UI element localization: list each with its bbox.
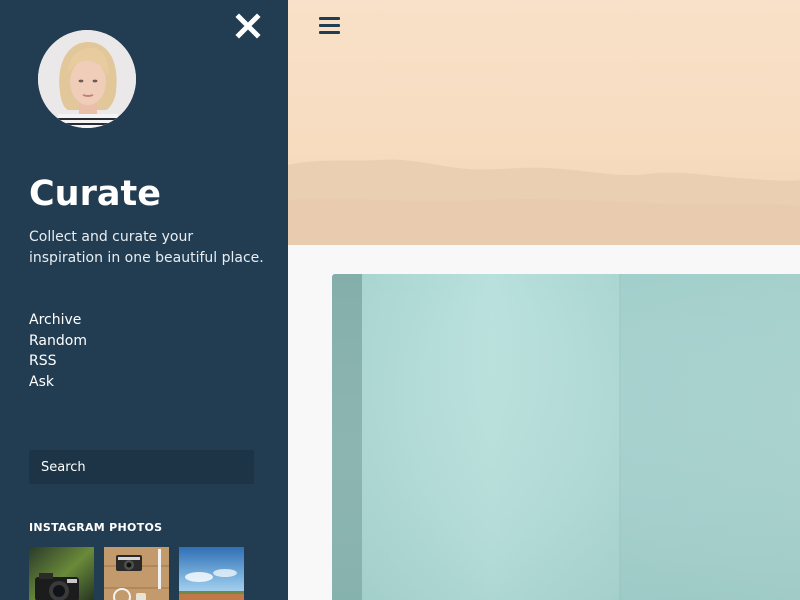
close-icon	[235, 13, 261, 39]
nav-item-random[interactable]: Random	[29, 331, 87, 352]
sidebar-nav: Archive Random RSS Ask	[29, 310, 87, 392]
instagram-photo-flatlay[interactable]	[104, 547, 169, 600]
post-photo[interactable]	[332, 274, 800, 600]
instagram-photo-camera[interactable]	[29, 547, 94, 600]
nav-item-ask[interactable]: Ask	[29, 372, 87, 393]
page: Curate Collect and curate your inspirati…	[0, 0, 800, 600]
site-title: Curate	[29, 174, 161, 214]
instagram-heading: INSTAGRAM PHOTOS	[29, 521, 163, 534]
search-input[interactable]	[29, 450, 254, 484]
instagram-photos	[29, 547, 245, 600]
sidebar: Curate Collect and curate your inspirati…	[0, 0, 288, 600]
close-sidebar-button[interactable]	[234, 12, 262, 40]
hero-banner	[288, 0, 800, 245]
menu-button[interactable]	[319, 17, 340, 35]
nav-item-archive[interactable]: Archive	[29, 310, 87, 331]
site-description: Collect and curate your inspiration in o…	[29, 229, 264, 266]
main-content	[288, 0, 800, 600]
avatar	[38, 30, 136, 128]
nav-item-rss[interactable]: RSS	[29, 351, 87, 372]
instagram-photo-sky-field[interactable]	[179, 547, 244, 600]
